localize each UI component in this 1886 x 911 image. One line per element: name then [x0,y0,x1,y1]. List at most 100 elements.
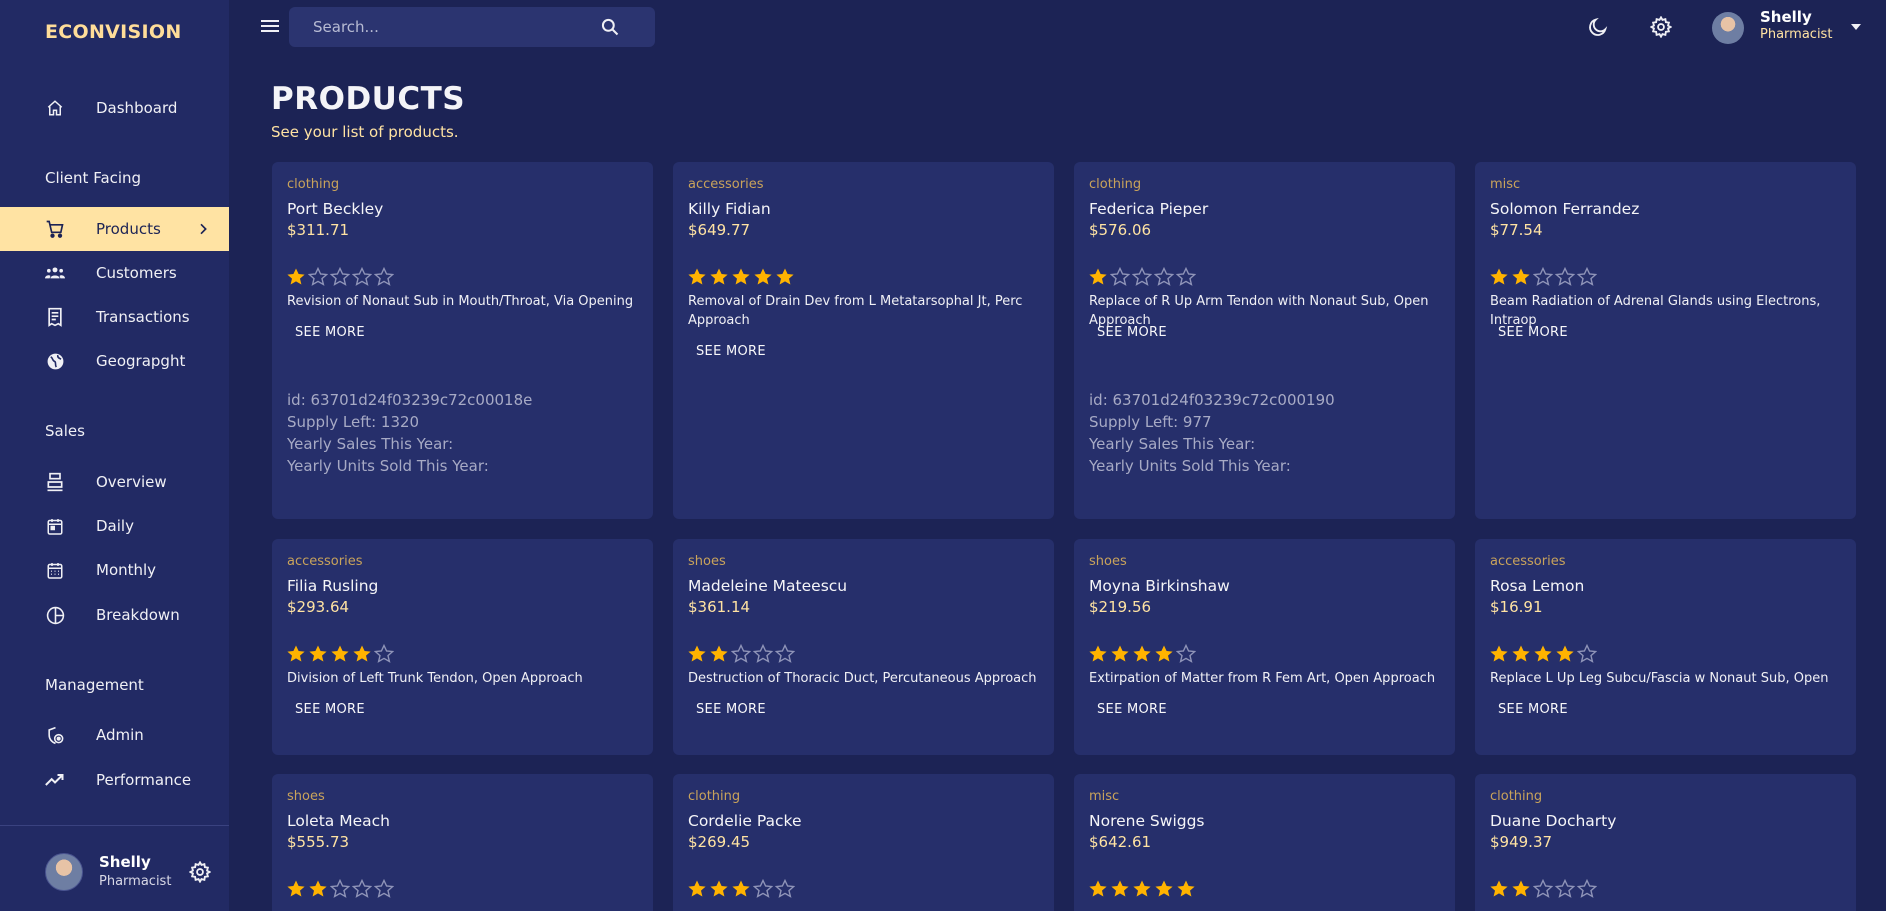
sidebar-item-breakdown[interactable]: Breakdown [0,593,229,637]
product-card: clothing Cordelie Packe $269.45 [673,774,1054,911]
product-description: Destruction of Thoracic Duct, Percutaneo… [688,671,1037,686]
sidebar-item-overview[interactable]: Overview [0,460,229,504]
star-outline-icon [775,644,795,663]
rating-stars [286,267,394,287]
sidebar-item-customers[interactable]: Customers [0,251,229,295]
sidebar-item-admin[interactable]: Admin [0,713,229,757]
topbar-user-name[interactable]: Shelly [1760,8,1812,26]
product-category: clothing [1089,177,1142,192]
star-filled-icon [1155,645,1173,662]
product-category: misc [1089,789,1120,804]
sidebar-item-monthly[interactable]: Monthly [0,548,229,592]
product-name: Cordelie Packe [688,812,802,830]
user-name: Shelly [99,853,151,871]
settings-icon[interactable] [189,861,211,883]
star-outline-icon [352,879,372,898]
see-more-button[interactable]: SEE MORE [1089,321,1175,344]
sidebar-item-label: Dashboard [96,99,178,117]
dark-mode-icon[interactable] [1587,16,1609,38]
product-price: $293.64 [287,598,350,616]
product-card: accessories Killy Fidian $649.77 Removal of… [673,162,1054,519]
star-outline-icon [753,879,773,898]
product-card: shoes Loleta Meach $555.73 [272,774,653,911]
section-client-facing: Client Facing [45,169,142,187]
see-more-button[interactable]: SEE MORE [1490,321,1576,344]
sidebar-item-label: Transactions [96,308,190,326]
product-category: shoes [1089,554,1127,569]
rating-stars [286,644,394,664]
rating-stars [1088,644,1196,664]
star-outline-icon [374,267,394,286]
receipt-icon [45,307,65,327]
sidebar-item-transactions[interactable]: Transactions [0,295,229,339]
rating-stars [1489,644,1597,664]
star-outline-icon [1533,267,1553,286]
product-name: Norene Swiggs [1089,812,1205,830]
see-more-button[interactable]: SEE MORE [688,698,774,721]
cart-icon [45,219,65,239]
sidebar-user: Shelly Pharmacist [45,853,171,891]
avatar [45,853,83,891]
sidebar-item-label: Customers [96,264,177,282]
brand-logo[interactable]: ECONVISION [45,21,182,43]
product-price: $311.71 [287,221,350,239]
star-filled-icon [1089,268,1107,285]
settings-icon[interactable] [1650,16,1672,38]
star-filled-icon [287,268,305,285]
sidebar-item-label: Daily [96,517,134,535]
star-outline-icon [1533,879,1553,898]
star-outline-icon [1176,267,1196,286]
star-outline-icon [330,879,350,898]
product-name: Port Beckley [287,200,384,218]
product-description: Revision of Nonaut Sub in Mouth/Throat, … [287,294,634,309]
product-category: accessories [1490,554,1566,569]
see-more-button[interactable]: SEE MORE [1490,698,1576,721]
star-filled-icon [353,645,371,662]
product-card: misc Norene Swiggs $642.61 [1074,774,1455,911]
sidebar-item-label: Products [96,220,161,238]
sidebar-item-performance[interactable]: Performance [0,758,229,802]
see-more-button[interactable]: SEE MORE [287,321,373,344]
search-bar [289,7,655,47]
product-category: accessories [688,177,764,192]
product-name: Federica Pieper [1089,200,1209,218]
product-card: shoes Moyna Birkinshaw $219.56 Extirpation … [1074,539,1455,755]
star-outline-icon [308,267,328,286]
product-category: accessories [287,554,363,569]
star-filled-icon [1133,645,1151,662]
sidebar-item-label: Admin [96,726,144,744]
product-price: $949.37 [1490,833,1553,851]
sidebar-item-dashboard[interactable]: Dashboard [0,86,229,130]
star-outline-icon [1176,644,1196,663]
product-price: $16.91 [1490,598,1543,616]
product-price: $555.73 [287,833,350,851]
product-id: id: 63701d24f03239c72c00018e [287,391,533,409]
star-outline-icon [1577,644,1597,663]
see-more-button[interactable]: SEE MORE [1089,698,1175,721]
caret-down-icon[interactable] [1851,24,1861,30]
rating-stars [687,267,795,287]
star-filled-icon [287,645,305,662]
sidebar-item-geography[interactable]: Geograpght [0,339,229,383]
see-more-button[interactable]: SEE MORE [287,698,373,721]
product-card: shoes Madeleine Mateescu $361.14 Destructio… [673,539,1054,755]
see-more-button[interactable]: SEE MORE [688,340,774,363]
product-category: misc [1490,177,1521,192]
group-icon [45,263,65,283]
point-of-sale-icon [45,472,65,492]
product-card: clothing Federica Pieper $576.06 Replace of… [1074,162,1455,519]
star-filled-icon [1133,880,1151,897]
sidebar-item-label: Overview [96,473,167,491]
star-filled-icon [688,268,706,285]
search-icon[interactable] [600,17,620,37]
rating-stars [286,879,394,899]
star-filled-icon [1111,880,1129,897]
menu-icon[interactable] [260,17,280,35]
avatar[interactable] [1712,12,1744,44]
star-filled-icon [1512,880,1530,897]
star-filled-icon [1512,645,1530,662]
sidebar-item-products[interactable]: Products [0,207,229,251]
search-input[interactable] [313,17,593,37]
admin-settings-icon [45,725,65,745]
sidebar-item-daily[interactable]: Daily [0,504,229,548]
